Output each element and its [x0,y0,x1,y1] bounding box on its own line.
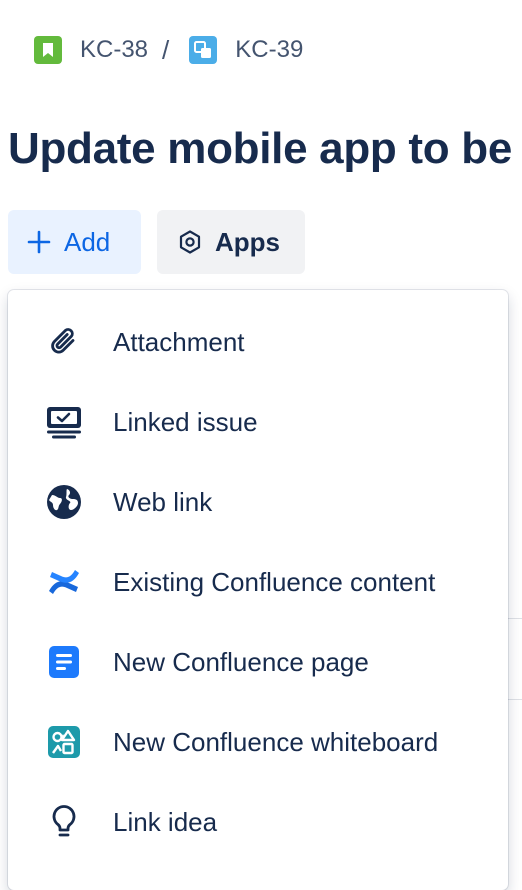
whiteboard-icon [44,722,84,762]
menu-item-new-confluence-whiteboard[interactable]: New Confluence whiteboard [8,702,508,782]
breadcrumb-current-issue[interactable]: KC-39 [189,36,303,64]
confluence-icon [44,562,84,602]
add-button-label: Add [64,226,111,257]
menu-item-attachment[interactable]: Attachment [8,302,508,382]
menu-item-web-link[interactable]: Web link [8,462,508,542]
menu-item-existing-confluence-content[interactable]: Existing Confluence content [8,542,508,622]
menu-item-label: New Confluence page [113,646,369,677]
page-icon [44,642,84,682]
menu-item-label: Linked issue [113,406,258,437]
breadcrumb-parent-key: KC-38 [80,36,149,63]
menu-item-new-confluence-page[interactable]: New Confluence page [8,622,508,702]
menu-item-label: Existing Confluence content [113,566,436,597]
breadcrumb-separator: / [162,34,170,65]
breadcrumb-current-key: KC-39 [235,36,304,63]
menu-item-linked-issue[interactable]: Linked issue [8,382,508,462]
add-dropdown-menu: Attachment Linked issue Web link Existin… [8,290,508,890]
apps-hexagon-icon [177,229,203,255]
paperclip-icon [44,322,84,362]
menu-item-label: New Confluence whiteboard [113,726,439,757]
menu-item-label: Attachment [113,326,245,357]
globe-icon [44,482,84,522]
apps-button[interactable]: Apps [157,210,305,274]
menu-item-label: Web link [113,486,213,517]
breadcrumb-parent-issue[interactable]: KC-38 [34,36,148,64]
issue-title[interactable]: Update mobile app to be [8,124,512,174]
plus-icon [26,229,52,255]
menu-item-link-idea[interactable]: Link idea [8,782,508,862]
add-button[interactable]: Add [8,210,141,274]
apps-button-label: Apps [215,226,280,257]
breadcrumb: KC-38 / KC-39 [34,34,303,66]
story-icon [34,36,62,64]
menu-item-label: Link idea [113,806,218,837]
lightbulb-icon [44,802,84,842]
subtask-icon [189,36,218,64]
linked-issue-icon [44,402,84,442]
